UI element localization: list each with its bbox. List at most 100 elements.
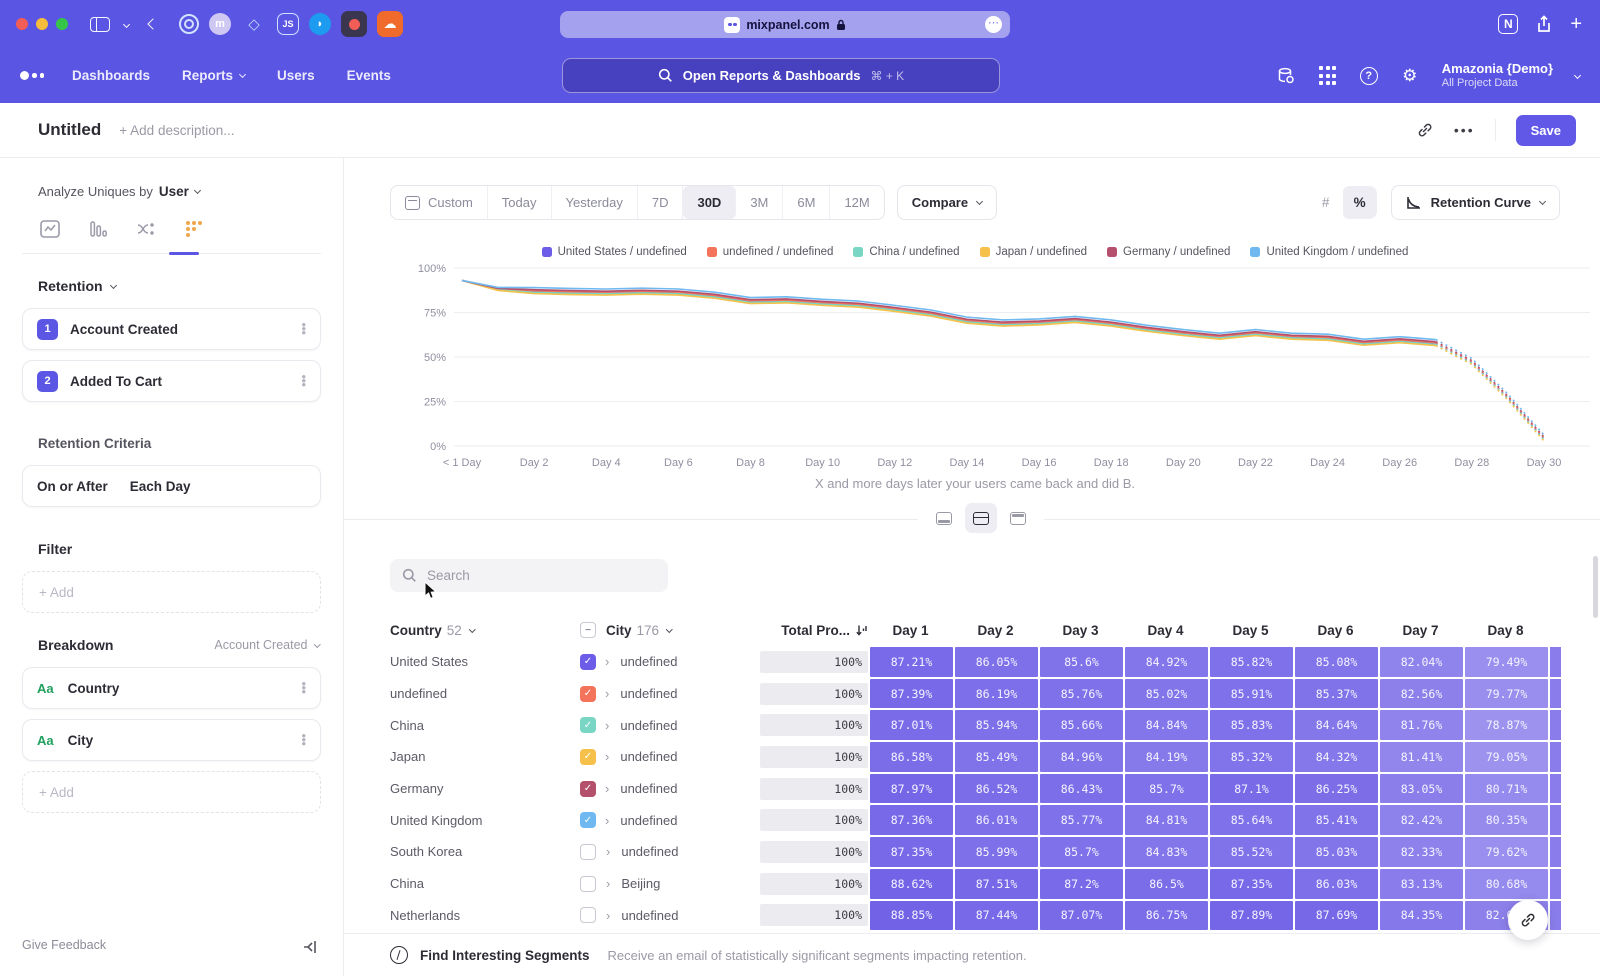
legend-item[interactable]: Germany / undefined — [1107, 246, 1230, 258]
nav-events[interactable]: Events — [347, 68, 391, 83]
settings-gear-icon[interactable]: ⚙ — [1400, 66, 1420, 86]
collapse-sidebar-icon[interactable] — [302, 940, 317, 954]
select-all-checkbox[interactable]: − — [580, 622, 596, 638]
series-checkbox-checked[interactable]: ✓ — [580, 781, 596, 797]
legend-item[interactable]: Japan / undefined — [980, 246, 1087, 258]
legend-item[interactable]: China / undefined — [853, 246, 959, 258]
legend-item[interactable]: undefined / undefined — [707, 246, 834, 258]
url-bar[interactable]: mixpanel.com ⋯ — [560, 11, 1010, 38]
minimize-window-button[interactable] — [36, 18, 48, 30]
day-column-header[interactable]: Day 8 — [1463, 623, 1548, 638]
day-column-header[interactable]: Day 6 — [1293, 623, 1378, 638]
expand-chevron-icon[interactable]: › — [605, 718, 609, 733]
series-checkbox-unchecked[interactable] — [580, 907, 596, 923]
day-column-header[interactable]: Day 4 — [1123, 623, 1208, 638]
data-management-icon[interactable] — [1276, 66, 1296, 86]
expand-chevron-icon[interactable]: › — [605, 813, 609, 828]
kebab-menu-icon[interactable]: ••• — [301, 734, 306, 746]
time-range-custom[interactable]: Custom — [391, 186, 488, 219]
time-range-30d[interactable]: 30D — [683, 186, 736, 219]
bird-extension-icon[interactable]: ◗ — [309, 13, 331, 35]
more-button[interactable]: ••• — [1454, 122, 1475, 138]
zoom-window-button[interactable] — [56, 18, 68, 30]
apps-grid-icon[interactable] — [1318, 66, 1338, 86]
expand-chevron-icon[interactable]: › — [605, 749, 609, 764]
expand-chevron-icon[interactable]: › — [605, 654, 609, 669]
series-checkbox-unchecked[interactable] — [580, 876, 596, 892]
nav-dashboards[interactable]: Dashboards — [72, 68, 150, 83]
new-tab-icon[interactable]: + — [1570, 13, 1582, 36]
kebab-menu-icon[interactable]: ••• — [301, 682, 306, 694]
series-checkbox-checked[interactable]: ✓ — [580, 654, 596, 670]
retention-step-2[interactable]: 2 Added To Cart ••• — [22, 360, 321, 402]
total-column-header[interactable]: Total Pro... — [760, 623, 868, 638]
js-extension-icon[interactable]: JS — [277, 13, 299, 35]
chart-type-dropdown[interactable]: Retention Curve — [1391, 185, 1560, 220]
ring-extension-icon[interactable] — [179, 14, 199, 34]
segments-footer[interactable]: Find Interesting Segments Receive an ema… — [344, 933, 1600, 976]
page-title[interactable]: Untitled — [38, 120, 101, 140]
time-range-yesterday[interactable]: Yesterday — [552, 186, 638, 219]
vertical-scrollbar[interactable] — [1593, 556, 1598, 618]
cloud-extension-icon[interactable]: ☁ — [377, 11, 403, 37]
series-checkbox-checked[interactable]: ✓ — [580, 717, 596, 733]
add-filter-button[interactable]: + Add — [22, 571, 321, 613]
add-description[interactable]: + Add description... — [119, 123, 234, 138]
absolute-toggle[interactable]: # — [1309, 186, 1343, 219]
global-search[interactable]: Open Reports & Dashboards ⌘ + K — [562, 58, 1000, 93]
tab-overview-chevron-icon[interactable] — [124, 22, 129, 27]
day-column-header[interactable]: Day 5 — [1208, 623, 1293, 638]
close-window-button[interactable] — [16, 18, 28, 30]
expand-chevron-icon[interactable]: › — [606, 844, 610, 859]
cube-extension-icon[interactable]: ◇ — [241, 11, 267, 37]
time-range-12m[interactable]: 12M — [830, 186, 883, 219]
kebab-menu-icon[interactable]: ••• — [301, 375, 306, 387]
expand-chevron-icon[interactable]: › — [605, 781, 609, 796]
save-button[interactable]: Save — [1516, 115, 1576, 146]
series-checkbox-checked[interactable]: ✓ — [580, 749, 596, 765]
avatar-extension-icon[interactable]: m — [209, 13, 231, 35]
country-column-header[interactable]: Country52 — [390, 623, 580, 638]
tab-flows[interactable] — [136, 219, 156, 239]
day-column-header[interactable]: Day 3 — [1038, 623, 1123, 638]
tab-insights[interactable] — [40, 219, 60, 239]
sidebar-toggle-icon[interactable] — [90, 17, 110, 32]
breakdown-country[interactable]: Aa Country ••• — [22, 667, 321, 709]
help-icon[interactable]: ? — [1360, 67, 1378, 85]
expand-chevron-icon[interactable]: › — [606, 876, 610, 891]
legend-item[interactable]: United Kingdom / undefined — [1250, 246, 1408, 258]
legend-item[interactable]: United States / undefined — [542, 246, 687, 258]
day-column-header[interactable]: Day 1 — [868, 623, 953, 638]
share-icon[interactable] — [1536, 15, 1552, 33]
percent-toggle[interactable]: % — [1343, 186, 1377, 219]
time-range-6m[interactable]: 6M — [783, 186, 830, 219]
series-checkbox-checked[interactable]: ✓ — [580, 686, 596, 702]
give-feedback-link[interactable]: Give Feedback — [22, 938, 106, 952]
retention-step-1[interactable]: 1 Account Created ••• — [22, 308, 321, 350]
kebab-menu-icon[interactable]: ••• — [301, 323, 306, 335]
day-column-header[interactable]: Day 2 — [953, 623, 1038, 638]
criteria-condition-dropdown[interactable]: On or After — [37, 479, 108, 494]
time-range-3m[interactable]: 3M — [736, 186, 783, 219]
project-switcher[interactable]: Amazonia {Demo} All Project Data — [1442, 61, 1553, 91]
series-checkbox-checked[interactable]: ✓ — [580, 812, 596, 828]
view-split-toggle[interactable] — [965, 503, 997, 533]
time-range-7d[interactable]: 7D — [638, 186, 684, 219]
tab-retention[interactable] — [184, 219, 204, 239]
day-column-header[interactable]: Day 7 — [1378, 623, 1463, 638]
breakdown-event-dropdown[interactable]: Account Created — [214, 638, 321, 652]
retention-section-header[interactable]: Retention — [22, 254, 321, 308]
view-chart-only-toggle[interactable] — [928, 503, 960, 533]
record-extension-icon[interactable] — [341, 11, 367, 37]
city-column-header[interactable]: − City176 — [580, 622, 760, 638]
compare-dropdown[interactable]: Compare — [897, 185, 997, 220]
expand-chevron-icon[interactable]: › — [606, 908, 610, 923]
time-range-today[interactable]: Today — [488, 186, 552, 219]
share-link-fab[interactable] — [1508, 900, 1548, 940]
notion-extension-icon[interactable]: N — [1498, 14, 1518, 34]
expand-chevron-icon[interactable]: › — [605, 686, 609, 701]
url-more-button[interactable]: ⋯ — [985, 16, 1002, 33]
nav-users[interactable]: Users — [277, 68, 315, 83]
breakdown-city[interactable]: Aa City ••• — [22, 719, 321, 761]
criteria-value-dropdown[interactable]: Each Day — [130, 479, 191, 494]
